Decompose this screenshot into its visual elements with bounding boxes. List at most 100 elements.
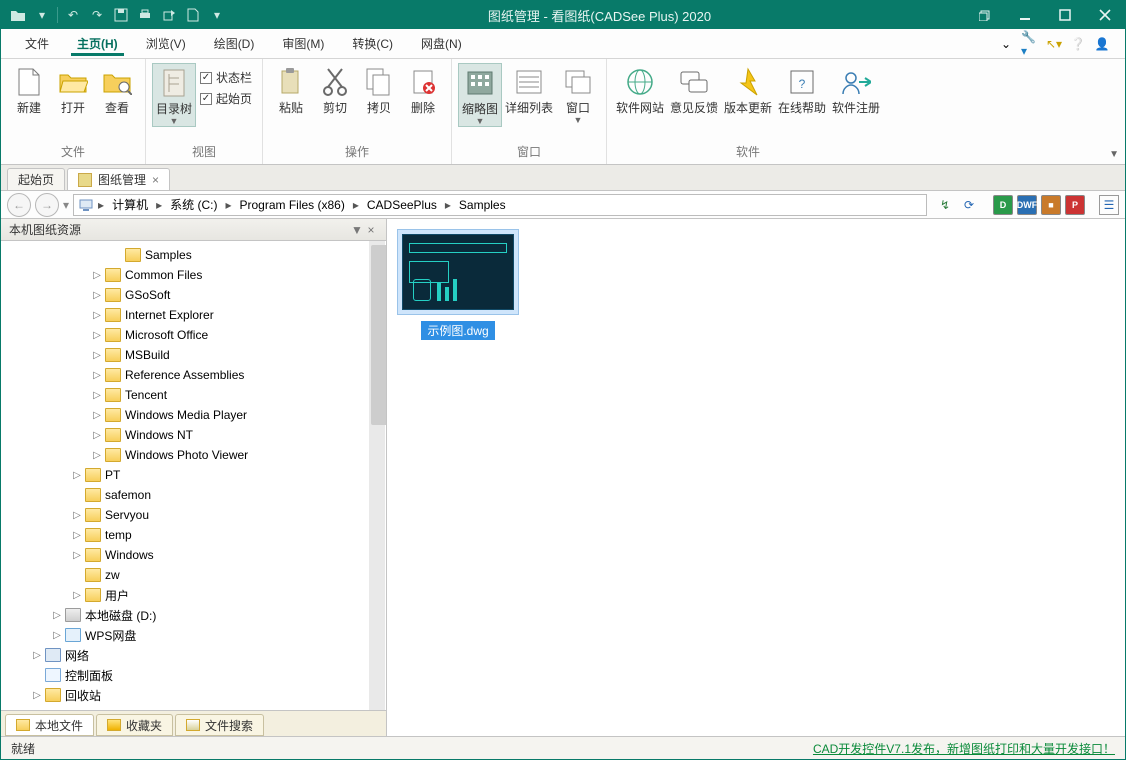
menu-browse[interactable]: 浏览(V) [132,29,200,58]
cut-button[interactable]: 剪切 [313,63,357,115]
tab-startpage[interactable]: 起始页 [7,168,65,190]
expand-icon[interactable]: ▷ [71,530,83,541]
menu-file[interactable]: 文件 [11,29,63,58]
help-button[interactable]: ?在线帮助 [775,63,829,115]
tab-close-icon[interactable]: × [152,173,159,187]
restore-down-extra-icon[interactable] [965,1,1005,29]
breadcrumb[interactable]: ▸计算机 ▸系统 (C:) ▸Program Files (x86) ▸CADS… [73,194,927,216]
expand-icon[interactable]: ▷ [71,590,83,601]
options-icon[interactable]: ☰ [1099,195,1119,215]
tree-node[interactable]: ▷Windows Media Player [1,405,386,425]
cursor-icon[interactable]: ↖▾ [1045,35,1063,53]
user-icon[interactable]: 👤 [1093,35,1111,53]
tree-node[interactable]: safemon [1,485,386,505]
new-button[interactable]: 新建 [7,63,51,115]
expand-icon[interactable]: ▷ [31,690,43,701]
goto-icon[interactable]: ↯ [935,195,955,215]
breadcrumb-seg[interactable]: CADSeePlus [363,198,441,212]
tree-node[interactable]: ▷temp [1,525,386,545]
thumbnail-button[interactable]: 缩略图▼ [458,63,502,127]
nav-history-icon[interactable]: ▾ [63,198,69,212]
sidebar-menu-icon[interactable]: ▼ [350,223,364,237]
expand-icon[interactable]: ▷ [91,270,103,281]
folder-tree[interactable]: Samples▷Common Files▷GSoSoft▷Internet Ex… [1,241,386,710]
tree-node[interactable]: ▷网络 [1,645,386,665]
wrench-icon[interactable]: 🔧▾ [1021,35,1039,53]
status-link[interactable]: CAD开发控件V7.1发布，新增图纸打印和大量开发接口！ [813,740,1115,757]
maximize-button[interactable] [1045,1,1085,29]
tree-node[interactable]: ▷用户 [1,585,386,605]
nav-back-button[interactable]: ← [7,193,31,217]
refresh-icon[interactable]: ⟳ [959,195,979,215]
view-button[interactable]: 查看 [95,63,139,115]
window-button[interactable]: 窗口▼ [556,63,600,125]
scrollbar[interactable] [369,241,385,710]
undo-icon[interactable]: ↶ [64,6,82,24]
filter-image-icon[interactable]: ■ [1041,195,1061,215]
filter-pdf-icon[interactable]: P [1065,195,1085,215]
tree-node[interactable]: ▷Windows [1,545,386,565]
expand-icon[interactable]: ▷ [51,630,63,641]
breadcrumb-seg[interactable]: 系统 (C:) [166,196,221,213]
print-icon[interactable] [136,6,154,24]
expand-icon[interactable]: ▷ [91,350,103,361]
expand-icon[interactable]: ▷ [91,430,103,441]
minimize-button[interactable] [1005,1,1045,29]
dropdown-icon[interactable]: ▾ [33,6,51,24]
file-list[interactable]: 示例图.dwg [387,219,1125,736]
register-button[interactable]: 软件注册 [829,63,883,115]
expand-icon[interactable]: ▷ [51,610,63,621]
tree-node[interactable]: ▷MSBuild [1,345,386,365]
expand-icon[interactable]: ▷ [91,310,103,321]
sidebar-close-icon[interactable]: × [364,223,378,237]
page-icon[interactable] [184,6,202,24]
expand-icon[interactable]: ▷ [91,370,103,381]
help-icon[interactable]: ❔ [1069,35,1087,53]
tree-node[interactable]: 控制面板 [1,665,386,685]
expand-icon[interactable]: ▷ [71,550,83,561]
tree-node[interactable]: ▷本地磁盘 (D:) [1,605,386,625]
expand-icon[interactable]: ▷ [31,650,43,661]
paste-button[interactable]: 粘贴 [269,63,313,115]
menu-home[interactable]: 主页(H) [63,29,132,58]
tree-node[interactable]: ▷Reference Assemblies [1,365,386,385]
checkbox-startpage[interactable]: ✓起始页 [200,90,252,107]
tree-node[interactable]: zw [1,565,386,585]
close-button[interactable] [1085,1,1125,29]
file-name[interactable]: 示例图.dwg [421,321,494,340]
tree-node[interactable]: ▷Internet Explorer [1,305,386,325]
tree-node[interactable]: ▷Windows Photo Viewer [1,445,386,465]
tree-node[interactable]: ▷Windows NT [1,425,386,445]
breadcrumb-seg[interactable]: Program Files (x86) [235,198,348,212]
breadcrumb-seg[interactable]: Samples [455,198,510,212]
feedback-button[interactable]: 意见反馈 [667,63,721,115]
menu-convert[interactable]: 转换(C) [338,29,407,58]
update-button[interactable]: 版本更新 [721,63,775,115]
filter-dwf-icon[interactable]: DWF [1017,195,1037,215]
checkbox-statusbar[interactable]: ✓状态栏 [200,69,252,86]
menu-cloud[interactable]: 网盘(N) [407,29,476,58]
tree-node[interactable]: ▷Common Files [1,265,386,285]
sidetab-favorites[interactable]: 收藏夹 [96,714,173,736]
export-icon[interactable] [160,6,178,24]
filter-dwg-icon[interactable]: D [993,195,1013,215]
save-icon[interactable] [112,6,130,24]
nav-forward-button[interactable]: → [35,193,59,217]
redo-icon[interactable]: ↷ [88,6,106,24]
site-button[interactable]: 软件网站 [613,63,667,115]
delete-button[interactable]: 删除 [401,63,445,115]
tree-node[interactable]: ▷Tencent [1,385,386,405]
tree-node[interactable]: Samples [1,245,386,265]
copy-button[interactable]: 拷贝 [357,63,401,115]
expand-icon[interactable]: ▷ [91,290,103,301]
tree-node[interactable]: ▷Servyou [1,505,386,525]
tree-node[interactable]: ▷WPS网盘 [1,625,386,645]
menu-review[interactable]: 审图(M) [268,29,338,58]
tree-node[interactable]: ▷回收站 [1,685,386,705]
tree-node[interactable]: ▷GSoSoft [1,285,386,305]
tree-node[interactable]: ▷Microsoft Office [1,325,386,345]
expand-icon[interactable]: ▷ [71,510,83,521]
folder-icon[interactable] [9,6,27,24]
chevron-down-icon[interactable]: ⌄ [997,35,1015,53]
breadcrumb-seg[interactable]: 计算机 [108,196,152,213]
